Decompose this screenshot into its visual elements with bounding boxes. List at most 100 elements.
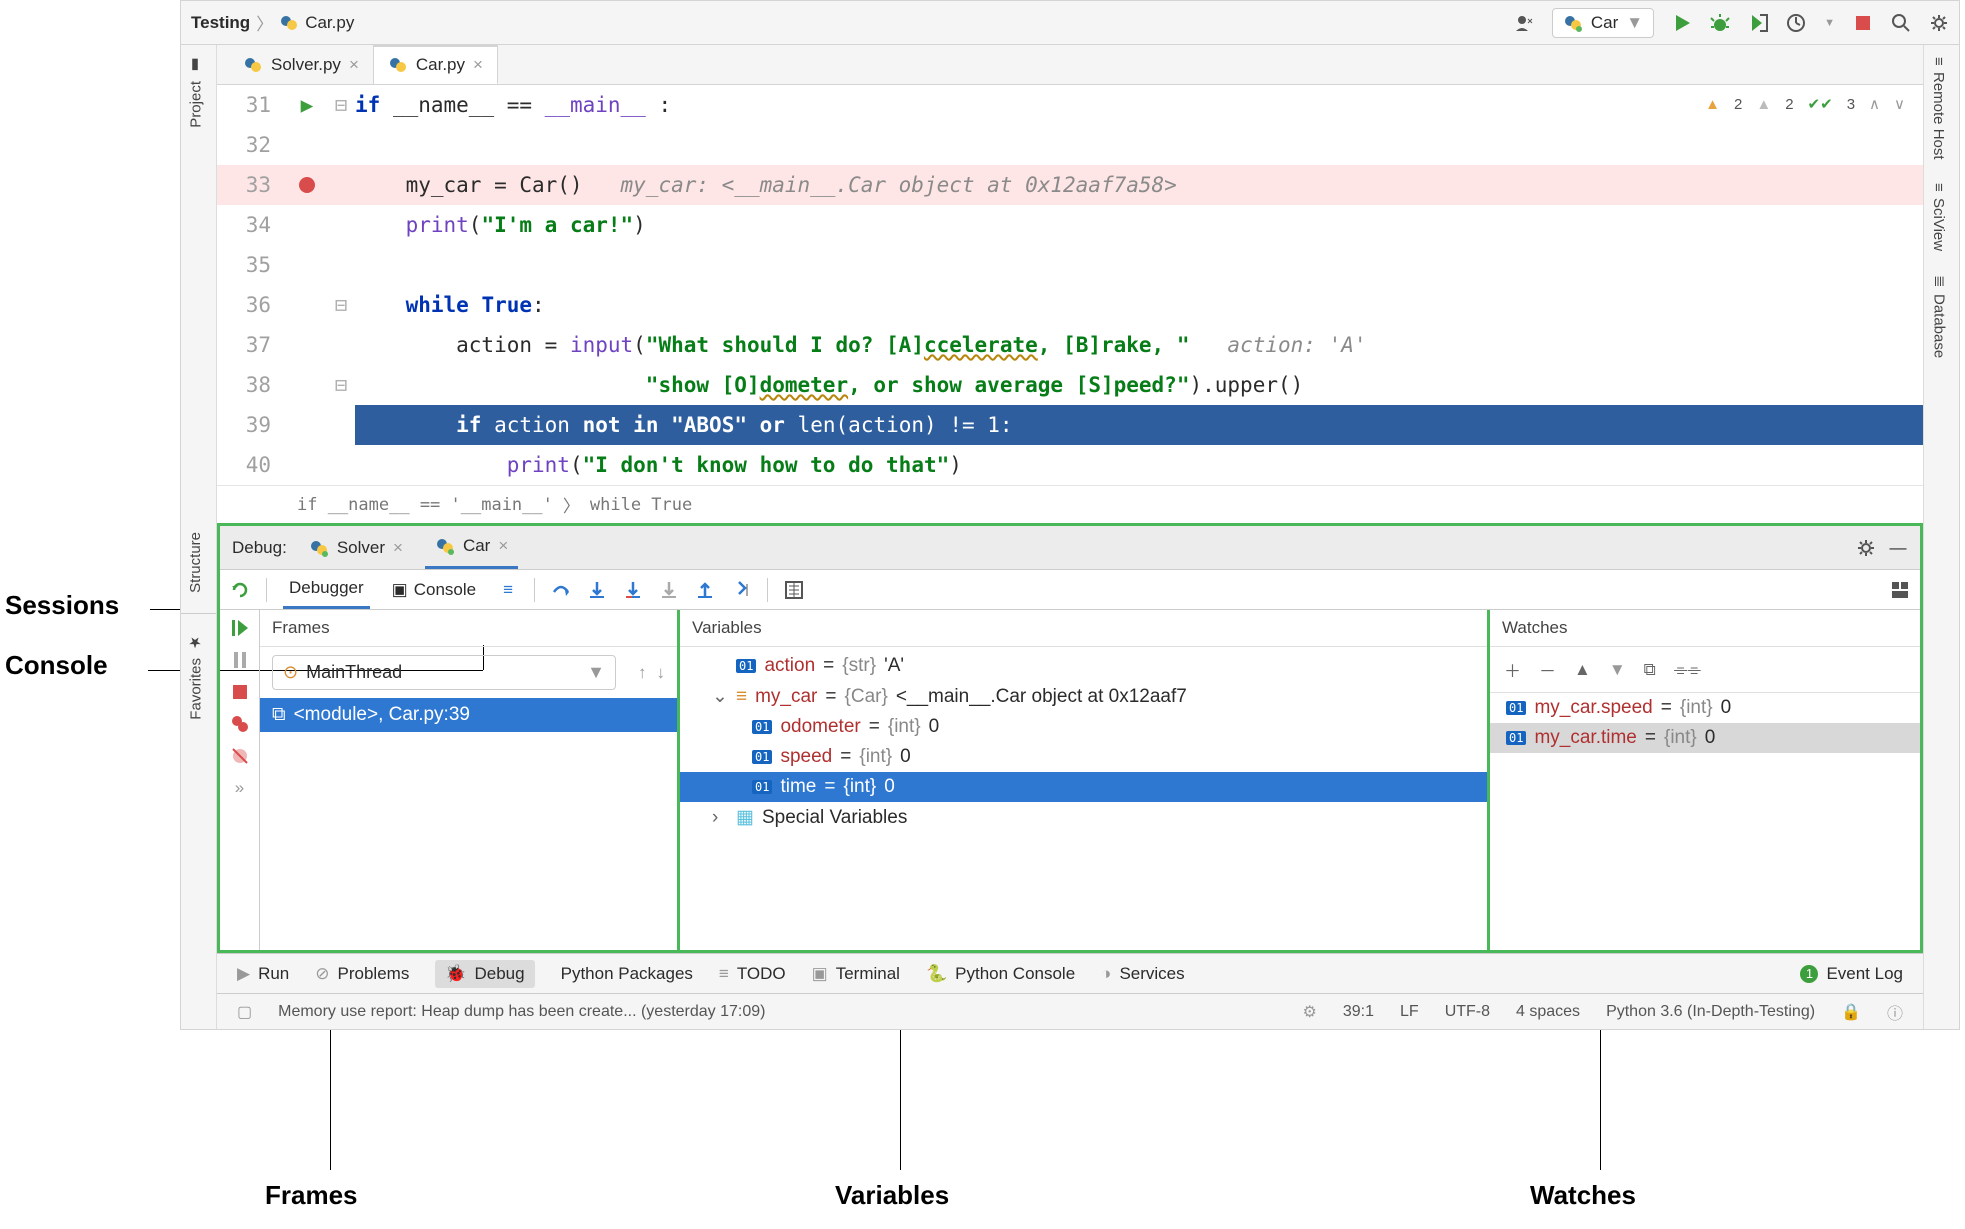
special-icon: ▦ bbox=[736, 806, 754, 829]
breadcrumb-file[interactable]: Car.py bbox=[305, 13, 354, 33]
tool-tab-packages[interactable]: Python Packages bbox=[561, 964, 693, 984]
glasses-icon[interactable]: ⌯⌯ bbox=[1674, 660, 1701, 680]
breakpoint-icon[interactable] bbox=[299, 177, 315, 193]
move-up-icon[interactable]: ▲ bbox=[1574, 660, 1591, 680]
resume-icon[interactable] bbox=[230, 618, 250, 638]
collapse-icon[interactable]: ⌄ bbox=[712, 685, 728, 708]
expand-icon[interactable]: › bbox=[712, 807, 728, 829]
layout-icon[interactable] bbox=[1890, 580, 1910, 600]
breadcrumb[interactable]: Testing 〉 Car.py bbox=[191, 10, 354, 35]
pause-icon[interactable] bbox=[230, 650, 250, 670]
gear-icon[interactable] bbox=[1856, 538, 1876, 558]
close-icon[interactable]: × bbox=[473, 55, 483, 75]
project-tool-button[interactable]: Project ▮ bbox=[181, 45, 211, 140]
tab-label: Car.py bbox=[416, 55, 465, 75]
debug-session-solver[interactable]: Solver × bbox=[299, 526, 413, 569]
frame-item[interactable]: ⧉ <module>, Car.py:39 bbox=[260, 698, 677, 732]
tool-tab-run[interactable]: ▶Run bbox=[237, 964, 289, 984]
variable-row[interactable]: ⌄≡ my_car = {Car} <__main__.Car object a… bbox=[680, 681, 1487, 712]
force-step-into-icon[interactable] bbox=[659, 580, 679, 600]
tool-tab-problems[interactable]: ⊘Problems bbox=[315, 964, 409, 984]
value-badge-icon: 01 bbox=[752, 780, 772, 794]
code-breadcrumb[interactable]: if __name__ == '__main__' 〉 while True bbox=[217, 485, 1923, 523]
more-icon[interactable]: » bbox=[235, 778, 244, 798]
close-icon[interactable]: × bbox=[498, 536, 508, 556]
debugger-tab[interactable]: Debugger bbox=[283, 570, 370, 609]
run-coverage-icon[interactable] bbox=[1748, 13, 1768, 33]
tool-windows-icon[interactable]: ▢ bbox=[237, 1002, 252, 1022]
copy-icon[interactable]: ⧉ bbox=[1644, 660, 1656, 680]
step-out-icon[interactable] bbox=[695, 580, 715, 600]
variable-row[interactable]: 01 time = {int} 0 bbox=[680, 772, 1487, 802]
tool-tab-terminal[interactable]: ▣Terminal bbox=[812, 964, 900, 984]
remove-watch-icon[interactable]: － bbox=[1539, 657, 1556, 682]
fold-icon[interactable]: ⊟ bbox=[327, 85, 355, 125]
tool-tab-services[interactable]: ◑Services bbox=[1101, 964, 1184, 984]
database-tool-button[interactable]: ≣ Database bbox=[1924, 263, 1954, 370]
thread-selector[interactable]: ⊙ MainThread ▼ bbox=[272, 655, 616, 690]
run-to-cursor-icon[interactable] bbox=[731, 580, 751, 600]
tool-tab-pyconsole[interactable]: 🐍Python Console bbox=[926, 964, 1075, 984]
add-watch-icon[interactable]: ＋ bbox=[1504, 657, 1521, 682]
structure-tool-button[interactable]: Structure bbox=[181, 520, 210, 605]
sciview-tool-button[interactable]: ≡ SciView bbox=[1924, 171, 1953, 263]
variable-row[interactable]: ›▦ Special Variables bbox=[680, 802, 1487, 833]
mute-breakpoints-icon[interactable] bbox=[230, 746, 250, 766]
editor-tab-solver[interactable]: Solver.py × bbox=[229, 45, 374, 84]
search-icon[interactable] bbox=[1891, 13, 1911, 33]
run-config-selector[interactable]: Car ▼ bbox=[1552, 8, 1654, 38]
minimize-icon[interactable]: — bbox=[1888, 538, 1908, 558]
value-badge-icon: 01 bbox=[752, 720, 772, 734]
tool-tab-todo[interactable]: ≡TODO bbox=[719, 964, 786, 984]
breadcrumb-project[interactable]: Testing bbox=[191, 13, 250, 33]
lock-icon[interactable]: 🔒 bbox=[1841, 1002, 1861, 1022]
interpreter[interactable]: Python 3.6 (In-Depth-Testing) bbox=[1606, 1003, 1815, 1021]
run-icon[interactable] bbox=[1672, 13, 1692, 33]
console-tab[interactable]: ▣Console bbox=[386, 570, 482, 609]
debug-session-car[interactable]: Car × bbox=[425, 526, 518, 569]
close-icon[interactable]: × bbox=[393, 538, 403, 558]
step-into-icon[interactable] bbox=[587, 580, 607, 600]
fold-icon[interactable]: ⊟ bbox=[327, 285, 355, 325]
favorites-tool-button[interactable]: Favorites ★ bbox=[181, 622, 211, 732]
tool-tab-eventlog[interactable]: 1Event Log bbox=[1800, 964, 1903, 984]
encoding[interactable]: UTF-8 bbox=[1445, 1003, 1490, 1021]
editor[interactable]: 31▶⊟if __name__ == __main__ : 32 33 my_c… bbox=[217, 85, 1923, 485]
tool-tab-debug[interactable]: 🐞Debug bbox=[435, 960, 534, 988]
profile-icon[interactable] bbox=[1786, 13, 1806, 33]
next-frame-icon[interactable]: ↓ bbox=[657, 663, 666, 683]
line-separator[interactable]: LF bbox=[1400, 1003, 1419, 1021]
move-down-icon[interactable]: ▼ bbox=[1609, 660, 1626, 680]
stop-icon[interactable] bbox=[1853, 13, 1873, 33]
view-breakpoints-icon[interactable] bbox=[230, 714, 250, 734]
prev-frame-icon[interactable]: ↑ bbox=[638, 663, 647, 683]
close-icon[interactable]: × bbox=[349, 55, 359, 75]
fold-icon[interactable]: ⊟ bbox=[327, 365, 355, 405]
step-into-mycode-icon[interactable] bbox=[623, 580, 643, 600]
step-over-icon[interactable] bbox=[551, 580, 571, 600]
stop-icon[interactable] bbox=[230, 682, 250, 702]
info-icon[interactable]: ⓘ bbox=[1887, 1000, 1903, 1024]
editor-tab-car[interactable]: Car.py × bbox=[374, 45, 498, 84]
dropdown-icon[interactable]: ▼ bbox=[1824, 17, 1835, 29]
run-gutter-icon[interactable]: ▶ bbox=[301, 85, 314, 125]
git-branch-icon[interactable]: ⚙ bbox=[1303, 1002, 1317, 1022]
watch-row[interactable]: 01 my_car.time = {int} 0 bbox=[1490, 723, 1920, 753]
debug-icon[interactable] bbox=[1710, 13, 1730, 33]
rerun-icon[interactable] bbox=[230, 580, 250, 600]
caret-position[interactable]: 39:1 bbox=[1343, 1003, 1374, 1021]
evaluate-icon[interactable] bbox=[784, 580, 804, 600]
status-message[interactable]: Memory use report: Heap dump has been cr… bbox=[278, 1003, 765, 1021]
debug-tool-window: Debug: Solver × Car × — Debugger bbox=[217, 523, 1923, 953]
watch-row[interactable]: 01 my_car.speed = {int} 0 bbox=[1490, 693, 1920, 723]
indent[interactable]: 4 spaces bbox=[1516, 1003, 1580, 1021]
variable-row[interactable]: 01 speed = {int} 0 bbox=[680, 742, 1487, 772]
gear-icon[interactable] bbox=[1929, 13, 1949, 33]
remote-host-tool-button[interactable]: ≡ Remote Host bbox=[1924, 45, 1953, 171]
anno-frames: Frames bbox=[265, 1180, 358, 1211]
frame-icon: ⧉ bbox=[272, 704, 286, 726]
variable-row[interactable]: 01 action = {str} 'A' bbox=[680, 651, 1487, 681]
users-icon[interactable] bbox=[1514, 13, 1534, 33]
threads-icon[interactable]: ≡ bbox=[498, 580, 518, 600]
variable-row[interactable]: 01 odometer = {int} 0 bbox=[680, 712, 1487, 742]
